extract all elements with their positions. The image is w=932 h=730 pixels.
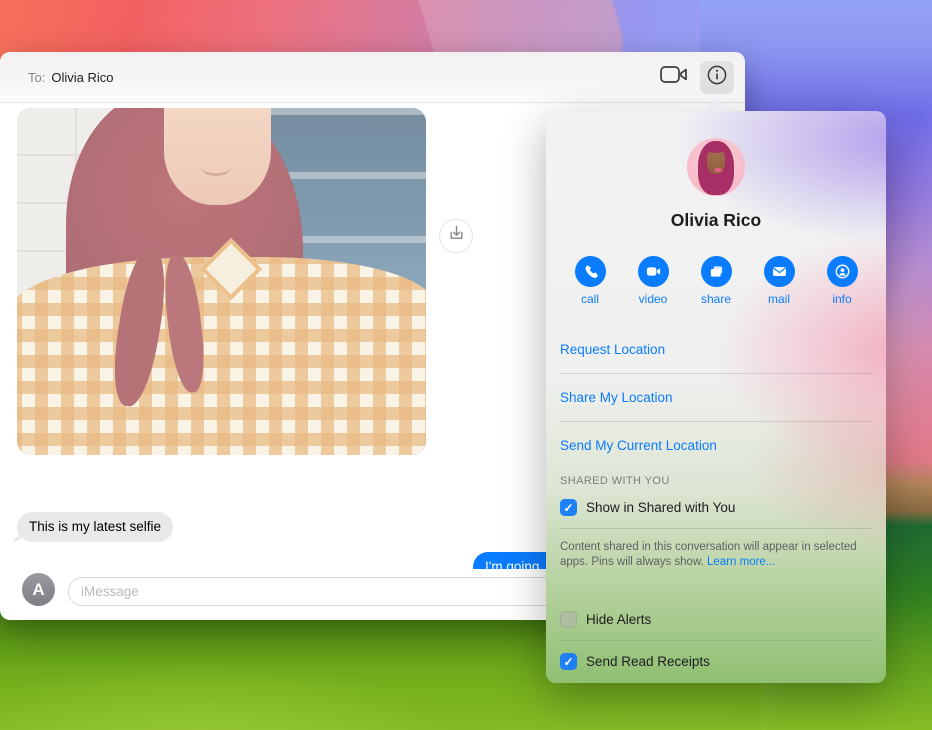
video-button[interactable]: video xyxy=(625,256,681,306)
received-message-bubble[interactable]: This is my latest selfie xyxy=(17,512,173,542)
photo-overlay xyxy=(17,108,426,455)
send-my-current-location-link[interactable]: Send My Current Location xyxy=(560,422,872,469)
mail-label: mail xyxy=(768,292,790,306)
learn-more-link[interactable]: Learn more... xyxy=(707,556,775,568)
app-store-apps-button[interactable]: A xyxy=(22,573,55,606)
mail-button[interactable]: mail xyxy=(751,256,807,306)
video-camera-icon xyxy=(660,65,688,89)
share-folders-icon xyxy=(701,256,732,287)
call-label: call xyxy=(581,292,599,306)
checkbox-checked[interactable]: ✓ xyxy=(560,653,577,670)
recipient-line: To: Olivia Rico xyxy=(28,52,113,102)
facetime-button[interactable] xyxy=(658,65,690,89)
contact-name: Olivia Rico xyxy=(546,210,886,231)
envelope-icon xyxy=(764,256,795,287)
checkbox-unchecked[interactable] xyxy=(560,611,577,628)
phone-icon xyxy=(575,256,606,287)
show-in-shared-with-you-row[interactable]: ✓ Show in Shared with You xyxy=(560,499,872,516)
person-circle-icon xyxy=(827,256,858,287)
contact-actions-row: call video share xyxy=(546,256,886,306)
contact-avatar[interactable] xyxy=(687,138,745,196)
show-in-shared-with-you-label: Show in Shared with You xyxy=(586,500,735,515)
video-label: video xyxy=(639,292,668,306)
share-button[interactable]: share xyxy=(688,256,744,306)
hide-alerts-row[interactable]: Hide Alerts xyxy=(560,611,872,628)
hide-alerts-label: Hide Alerts xyxy=(586,612,651,627)
photo-attachment-selfie[interactable] xyxy=(17,108,426,455)
to-label: To: xyxy=(28,70,45,85)
popover-arrow xyxy=(702,98,730,111)
conversation-details-button[interactable] xyxy=(700,61,734,94)
toolbar: To: Olivia Rico xyxy=(0,52,745,103)
divider xyxy=(560,640,872,641)
divider xyxy=(560,528,872,529)
info-button[interactable]: info xyxy=(814,256,870,306)
recipient-name: Olivia Rico xyxy=(51,70,113,85)
save-attachment-button[interactable] xyxy=(439,219,473,253)
video-camera-icon xyxy=(638,256,669,287)
popover-body: Request Location Share My Location Send … xyxy=(546,326,886,670)
shared-with-you-header: SHARED WITH YOU xyxy=(560,475,872,487)
share-label: share xyxy=(701,292,731,306)
info-label: info xyxy=(832,292,851,306)
shared-with-you-description: Content shared in this conversation will… xyxy=(560,540,872,569)
send-read-receipts-row[interactable]: ✓ Send Read Receipts xyxy=(560,653,872,670)
info-icon xyxy=(706,64,728,91)
avatar-fringe xyxy=(706,145,726,153)
share-my-location-link[interactable]: Share My Location xyxy=(560,374,872,422)
call-button[interactable]: call xyxy=(562,256,618,306)
send-read-receipts-label: Send Read Receipts xyxy=(586,654,710,669)
download-tray-icon xyxy=(448,225,465,247)
app-store-icon: A xyxy=(32,580,44,600)
avatar-lips xyxy=(714,168,722,172)
request-location-link[interactable]: Request Location xyxy=(560,326,872,374)
checkbox-checked[interactable]: ✓ xyxy=(560,499,577,516)
conversation-details-popover: Olivia Rico call video xyxy=(546,111,886,683)
